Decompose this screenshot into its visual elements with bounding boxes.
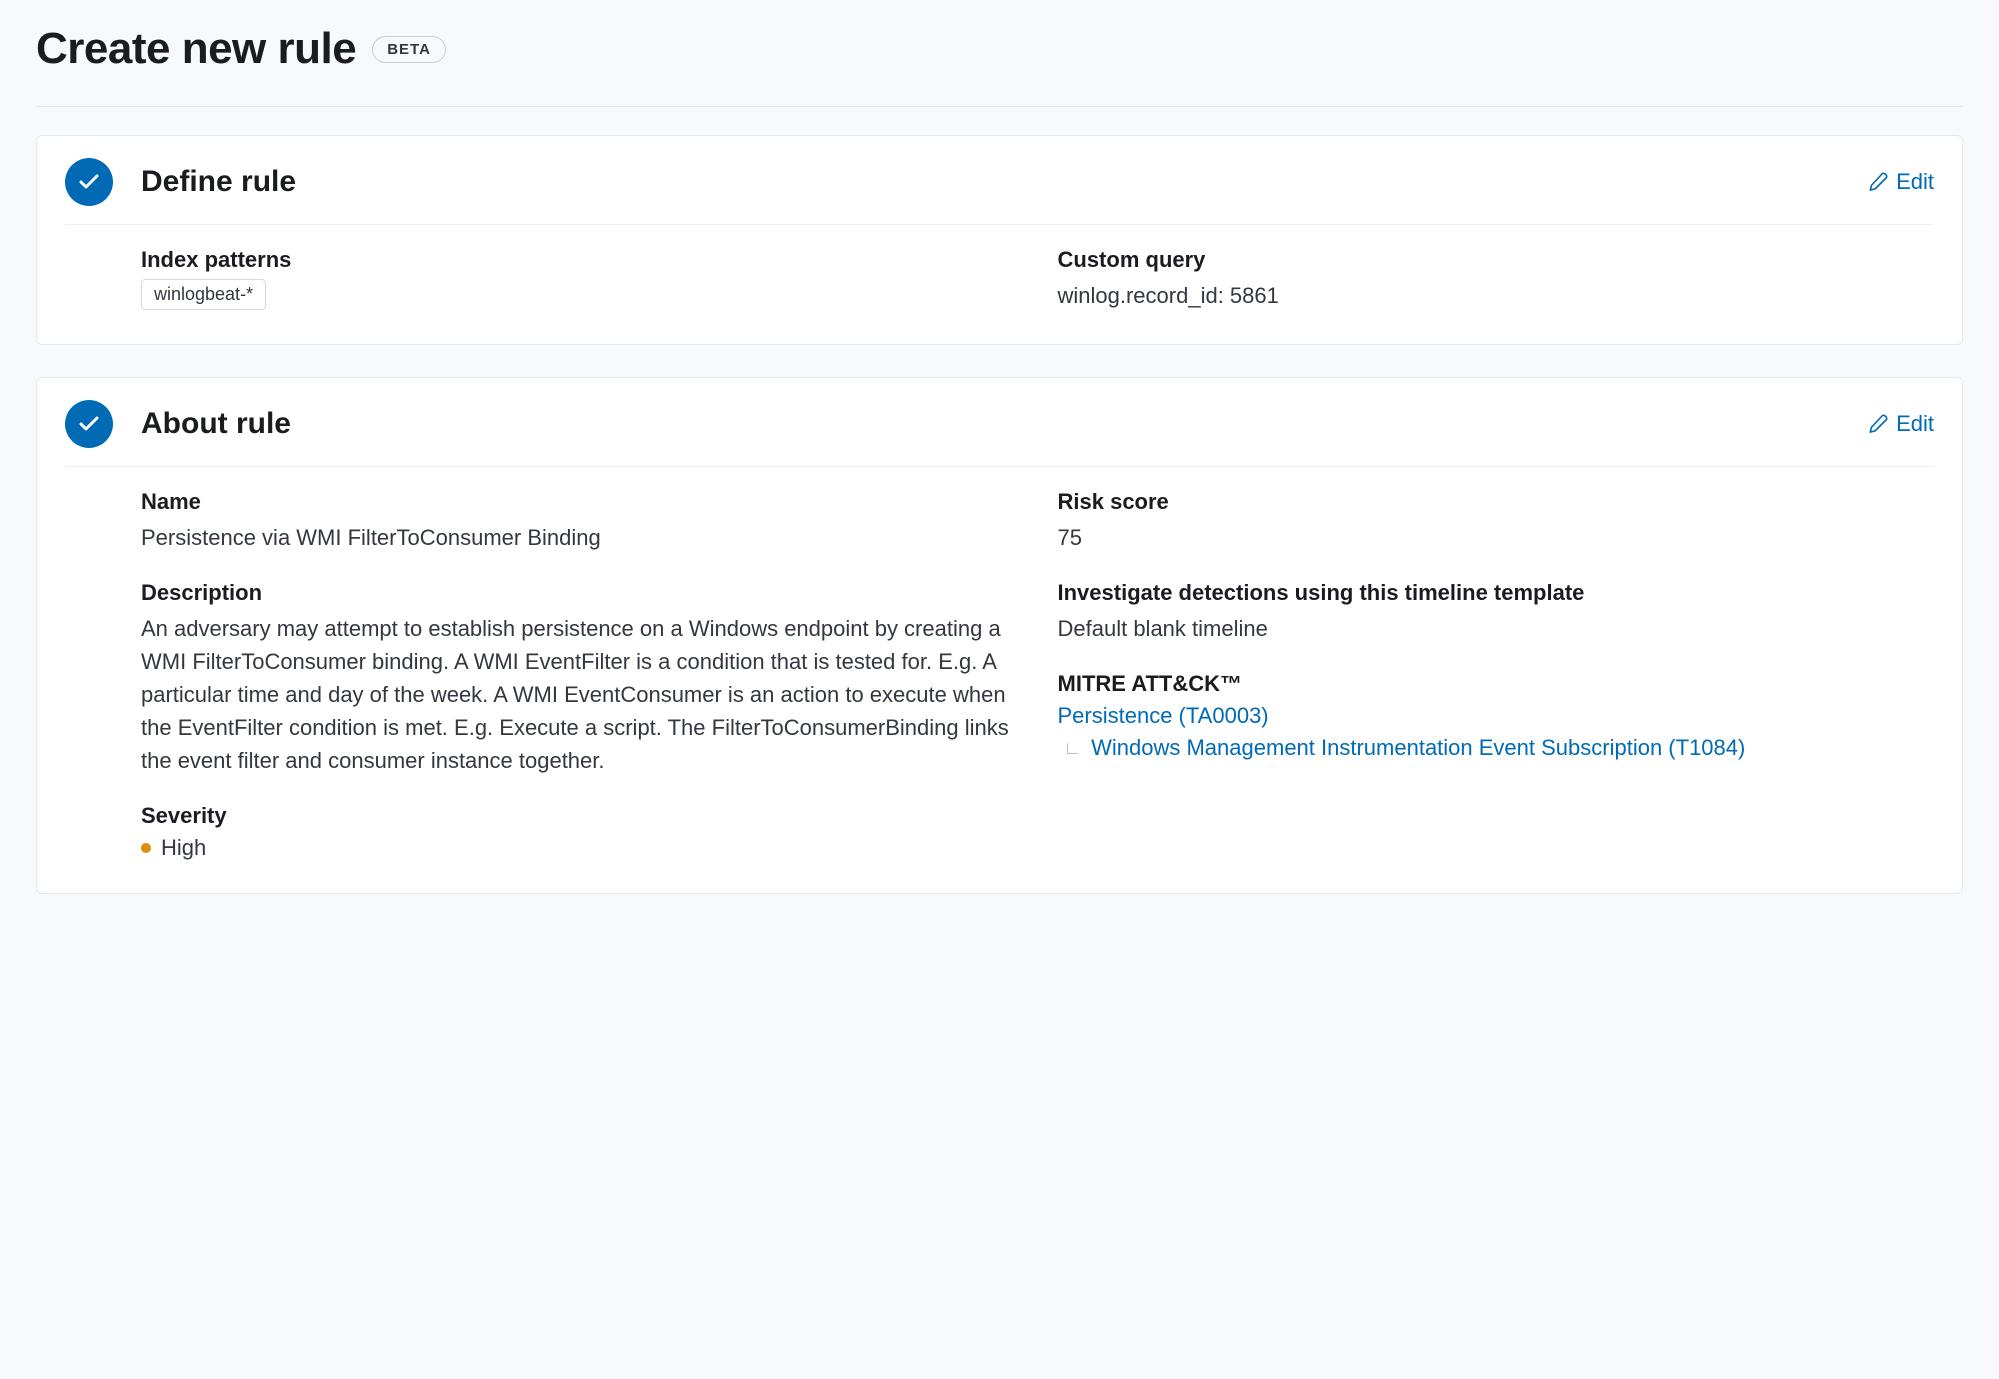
- mitre-tactic-link[interactable]: Persistence (TA0003): [1058, 703, 1269, 728]
- define-rule-panel: Define rule Edit Index patterns winlogbe…: [36, 135, 1963, 345]
- mitre-technique-link[interactable]: Windows Management Instrumentation Event…: [1091, 735, 1745, 761]
- page-header: Create new rule BETA: [36, 24, 1963, 107]
- index-pattern-tag: winlogbeat-*: [141, 279, 266, 310]
- pencil-icon: [1868, 172, 1888, 192]
- name-label: Name: [141, 489, 1018, 515]
- description-value: An adversary may attempt to establish pe…: [141, 612, 1018, 777]
- edit-define-button[interactable]: Edit: [1868, 169, 1934, 195]
- edit-define-label: Edit: [1896, 169, 1934, 195]
- about-rule-panel: About rule Edit Name Persistence via WMI…: [36, 377, 1963, 894]
- custom-query-label: Custom query: [1058, 247, 1935, 273]
- about-rule-title: About rule: [141, 407, 1868, 441]
- index-patterns-label: Index patterns: [141, 247, 1018, 273]
- page-title: Create new rule: [36, 24, 356, 74]
- severity-value: High: [161, 835, 206, 861]
- severity-label: Severity: [141, 803, 1018, 829]
- timeline-template-label: Investigate detections using this timeli…: [1058, 580, 1935, 606]
- risk-score-label: Risk score: [1058, 489, 1935, 515]
- tree-branch-icon: ∟: [1064, 738, 1082, 759]
- define-rule-title: Define rule: [141, 165, 1868, 199]
- risk-score-value: 75: [1058, 521, 1935, 554]
- timeline-template-value: Default blank timeline: [1058, 612, 1935, 645]
- step-complete-icon: [65, 400, 113, 448]
- description-label: Description: [141, 580, 1018, 606]
- custom-query-value: winlog.record_id: 5861: [1058, 279, 1935, 312]
- step-complete-icon: [65, 158, 113, 206]
- edit-about-button[interactable]: Edit: [1868, 411, 1934, 437]
- name-value: Persistence via WMI FilterToConsumer Bin…: [141, 521, 1018, 554]
- mitre-attack-label: MITRE ATT&CK™: [1058, 671, 1935, 697]
- severity-dot-icon: [141, 843, 151, 853]
- beta-badge: BETA: [372, 36, 446, 63]
- edit-about-label: Edit: [1896, 411, 1934, 437]
- pencil-icon: [1868, 414, 1888, 434]
